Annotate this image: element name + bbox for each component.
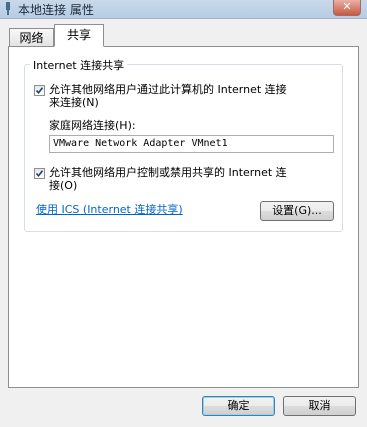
network-connection-icon bbox=[6, 2, 10, 15]
allow-sharing-checkbox[interactable] bbox=[34, 85, 45, 96]
home-network-field[interactable]: VMware Network Adapter VMnet1 bbox=[49, 135, 334, 153]
tab-network[interactable]: 网络 bbox=[9, 28, 54, 46]
cancel-button[interactable]: 取消 bbox=[283, 396, 356, 416]
title-bar: 本地连接 属性 ✕ bbox=[0, 0, 367, 19]
allow-control-label-line1: 允许其他网络用户控制或禁用共享的 Internet 连 bbox=[49, 166, 287, 179]
ics-group: Internet 连接共享 允许其他网络用户通过此计算机的 Internet 连… bbox=[24, 57, 343, 232]
checkmark-icon bbox=[35, 87, 44, 95]
tab-sharing[interactable]: 共享 bbox=[54, 24, 104, 47]
ics-help-link[interactable]: 使用 ICS (Internet 连接共享) bbox=[36, 201, 183, 217]
allow-sharing-label-line2: 来连接(N) bbox=[49, 96, 99, 109]
allow-control-label-line2: 接(O) bbox=[49, 179, 78, 192]
close-button[interactable]: ✕ bbox=[333, 0, 361, 16]
settings-button[interactable]: 设置(G)... bbox=[260, 201, 334, 221]
allow-control-checkbox[interactable] bbox=[34, 168, 45, 179]
group-title: Internet 连接共享 bbox=[30, 57, 128, 73]
tab-panel: Internet 连接共享 允许其他网络用户通过此计算机的 Internet 连… bbox=[8, 46, 359, 388]
allow-sharing-label-line1: 允许其他网络用户通过此计算机的 Internet 连接 bbox=[49, 83, 287, 96]
home-network-label: 家庭网络连接(H): bbox=[49, 119, 136, 132]
checkmark-icon bbox=[35, 170, 44, 178]
ok-button[interactable]: 确定 bbox=[202, 396, 275, 416]
window-title: 本地连接 属性 bbox=[18, 3, 94, 17]
